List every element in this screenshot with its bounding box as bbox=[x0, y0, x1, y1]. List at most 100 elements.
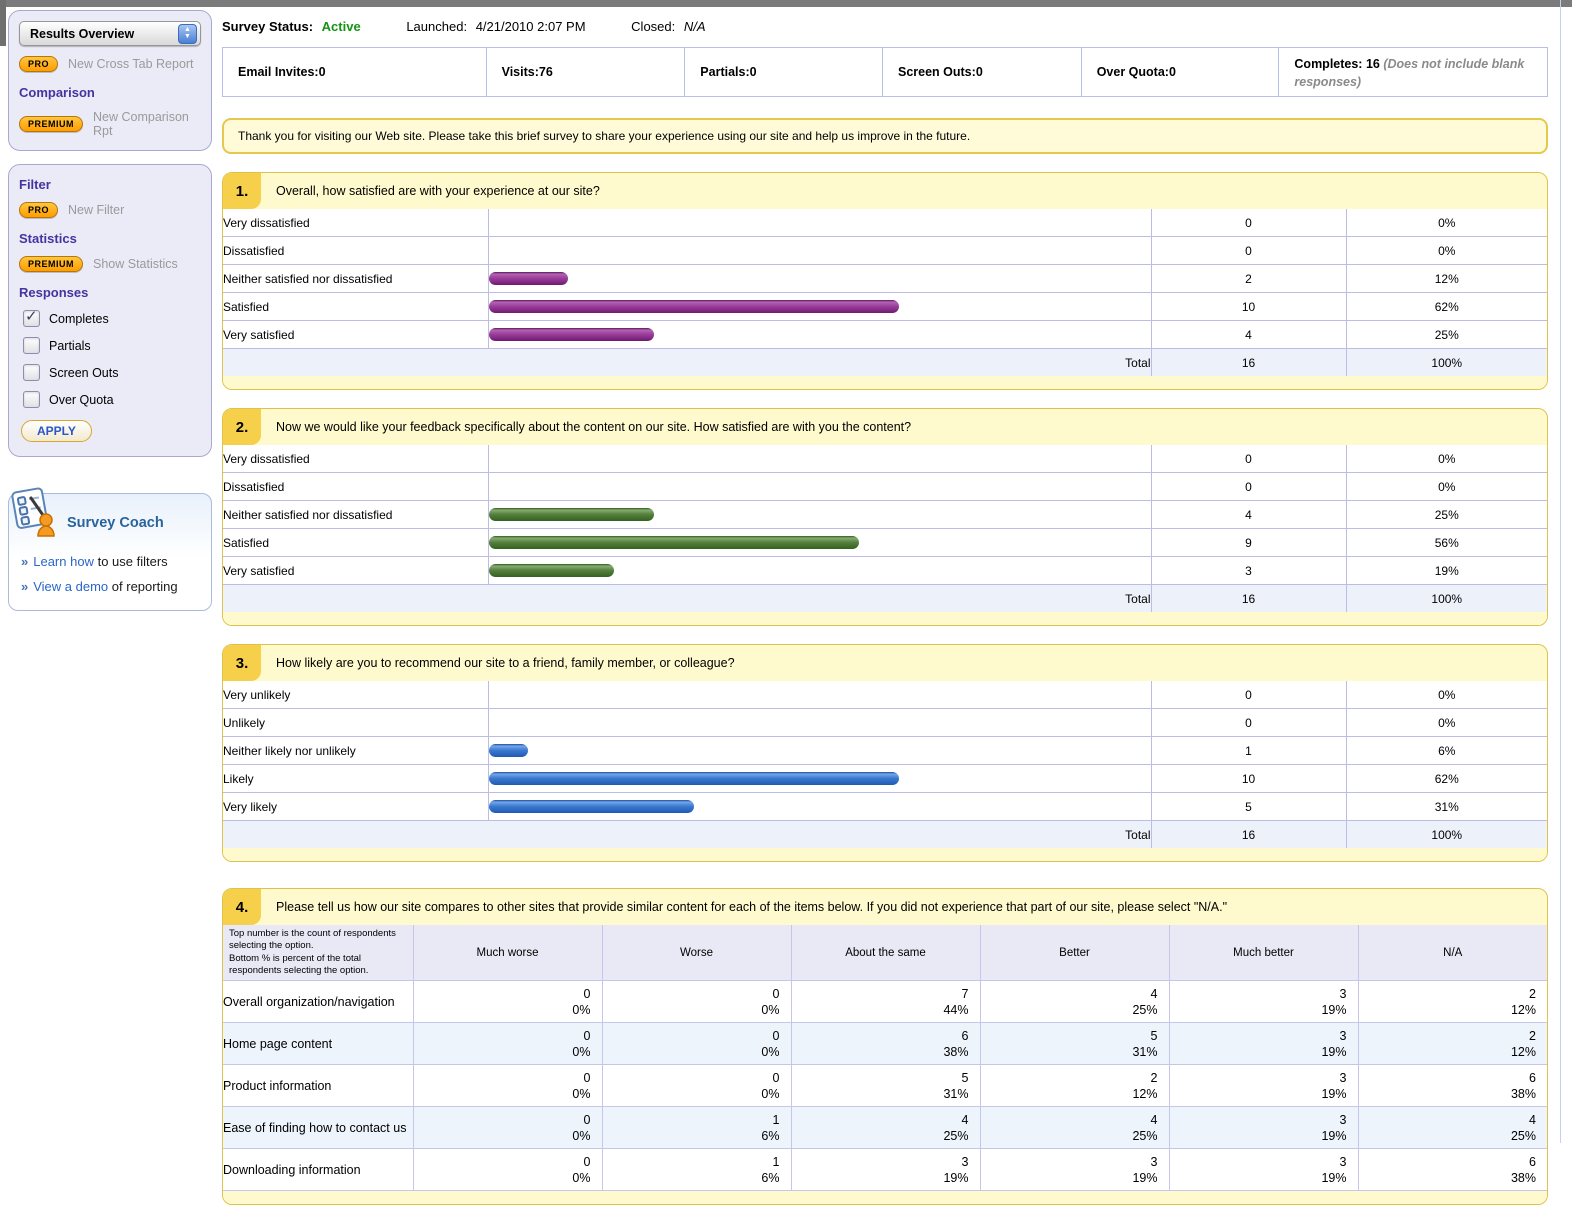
answer-count: 10 bbox=[1151, 293, 1346, 321]
answer-bar bbox=[489, 744, 529, 757]
answer-bar-cell bbox=[488, 681, 1151, 709]
answer-count: 0 bbox=[1151, 445, 1346, 473]
matrix-cell-count: 0 bbox=[414, 1112, 591, 1128]
matrix-cell-percent: 19% bbox=[1170, 1002, 1347, 1018]
matrix-cell-count: 0 bbox=[603, 1070, 780, 1086]
stat-label: Partials: bbox=[700, 65, 749, 79]
answer-row: Very likely531% bbox=[223, 793, 1547, 821]
survey-intro-box: Thank you for visiting our Web site. Ple… bbox=[222, 118, 1548, 154]
apply-button[interactable]: APPLY bbox=[21, 420, 92, 442]
answer-bar bbox=[489, 272, 568, 285]
survey-coach-title: Survey Coach bbox=[67, 515, 164, 531]
matrix-cell-percent: 19% bbox=[792, 1170, 969, 1186]
question-block-matrix: 4.Please tell us how our site compares t… bbox=[222, 888, 1548, 1205]
answer-bar bbox=[489, 800, 694, 813]
closed-value: N/A bbox=[684, 19, 706, 34]
total-count: 16 bbox=[1151, 349, 1346, 377]
answer-row: Very unlikely00% bbox=[223, 681, 1547, 709]
answer-count: 0 bbox=[1151, 709, 1346, 737]
total-label: Total bbox=[223, 821, 1151, 849]
matrix-cell-percent: 6% bbox=[603, 1128, 780, 1144]
pro-badge: PRO bbox=[19, 56, 58, 72]
matrix-cell-percent: 0% bbox=[603, 1086, 780, 1102]
response-checkbox-screen-outs[interactable]: Screen Outs bbox=[23, 364, 199, 381]
matrix-cell-count: 6 bbox=[1359, 1070, 1537, 1086]
stat-value: 0 bbox=[1169, 65, 1176, 79]
matrix-cell-count: 3 bbox=[1170, 1154, 1347, 1170]
questions-area: 1.Overall, how satisfied are with your e… bbox=[222, 172, 1548, 1205]
sidebar: Results Overview ▲▼ PRO New Cross Tab Re… bbox=[8, 10, 212, 611]
response-checkboxes: Completes Partials Screen Outs Over Quota bbox=[19, 310, 201, 408]
survey-status-value: Active bbox=[322, 19, 361, 34]
matrix-cell: 319% bbox=[1169, 1023, 1358, 1065]
stat-cell: Visits: 76 bbox=[486, 48, 685, 96]
new-comparison-link[interactable]: New Comparison Rpt bbox=[93, 110, 201, 138]
launched-value: 4/21/2010 2:07 PM bbox=[476, 19, 586, 34]
matrix-column-header: Much better bbox=[1169, 925, 1358, 981]
question-footer bbox=[223, 376, 1547, 389]
matrix-table: Top number is the count of respondents s… bbox=[223, 925, 1547, 1191]
total-count: 16 bbox=[1151, 585, 1346, 613]
answer-bar-cell bbox=[488, 737, 1151, 765]
report-type-value: Results Overview bbox=[30, 27, 134, 41]
matrix-cell-count: 4 bbox=[792, 1112, 969, 1128]
matrix-cell-count: 5 bbox=[981, 1028, 1158, 1044]
window-left-edge bbox=[0, 0, 6, 46]
answer-percent: 0% bbox=[1346, 473, 1547, 501]
matrix-cell-percent: 0% bbox=[603, 1002, 780, 1018]
coach-link-demo[interactable]: »View a demo of reporting bbox=[21, 579, 201, 594]
answer-percent: 62% bbox=[1346, 293, 1547, 321]
answer-label: Very satisfied bbox=[223, 557, 488, 585]
matrix-cell-count: 0 bbox=[414, 1070, 591, 1086]
show-statistics-link[interactable]: Show Statistics bbox=[93, 257, 178, 271]
matrix-cell-count: 7 bbox=[792, 986, 969, 1002]
answer-bar-cell bbox=[488, 321, 1151, 349]
checkbox-label: Over Quota bbox=[49, 393, 114, 407]
answer-row: Very dissatisfied00% bbox=[223, 209, 1547, 237]
stats-row: Email Invites: 0Visits: 76Partials: 0Scr… bbox=[222, 47, 1548, 97]
matrix-cell-count: 0 bbox=[603, 986, 780, 1002]
survey-coach-mascot-icon bbox=[5, 484, 61, 540]
answer-percent: 0% bbox=[1346, 445, 1547, 473]
new-cross-tab-link[interactable]: New Cross Tab Report bbox=[68, 57, 194, 71]
answer-bar-cell bbox=[488, 265, 1151, 293]
report-type-select[interactable]: Results Overview ▲▼ bbox=[19, 21, 201, 46]
question-header: 3.How likely are you to recommend our si… bbox=[223, 645, 1547, 681]
matrix-cell-count: 6 bbox=[1359, 1154, 1537, 1170]
question-footer bbox=[223, 612, 1547, 625]
stat-label: Email Invites: bbox=[238, 65, 319, 79]
coach-link-text[interactable]: Learn how bbox=[33, 554, 94, 569]
matrix-cell-percent: 19% bbox=[1170, 1170, 1347, 1186]
matrix-cell: 00% bbox=[602, 981, 791, 1023]
matrix-cell-count: 5 bbox=[792, 1070, 969, 1086]
matrix-cell-count: 1 bbox=[603, 1154, 780, 1170]
answer-row: Neither satisfied nor dissatisfied425% bbox=[223, 501, 1547, 529]
matrix-column-header: N/A bbox=[1358, 925, 1547, 981]
matrix-cell: 212% bbox=[980, 1065, 1169, 1107]
coach-link-filters[interactable]: »Learn how to use filters bbox=[21, 554, 201, 569]
comparison-heading: Comparison bbox=[19, 85, 201, 100]
answer-count: 3 bbox=[1151, 557, 1346, 585]
answer-count: 10 bbox=[1151, 765, 1346, 793]
answer-label: Very satisfied bbox=[223, 321, 488, 349]
answer-count: 1 bbox=[1151, 737, 1346, 765]
stat-value: 0 bbox=[976, 65, 983, 79]
question-number: 1. bbox=[223, 173, 261, 209]
window-top-edge bbox=[0, 0, 1572, 7]
answer-percent: 19% bbox=[1346, 557, 1547, 585]
answers-table: Very dissatisfied00%Dissatisfied00%Neith… bbox=[223, 445, 1547, 612]
checkbox-icon bbox=[23, 310, 40, 327]
answer-label: Satisfied bbox=[223, 293, 488, 321]
answer-percent: 25% bbox=[1346, 501, 1547, 529]
answer-percent: 62% bbox=[1346, 765, 1547, 793]
response-checkbox-partials[interactable]: Partials bbox=[23, 337, 199, 354]
checkbox-label: Completes bbox=[49, 312, 109, 326]
response-checkbox-completes[interactable]: Completes bbox=[23, 310, 199, 327]
response-checkbox-over-quota[interactable]: Over Quota bbox=[23, 391, 199, 408]
question-header: 2.Now we would like your feedback specif… bbox=[223, 409, 1547, 445]
coach-link-text[interactable]: View a demo bbox=[33, 579, 108, 594]
question-block: 3.How likely are you to recommend our si… bbox=[222, 644, 1548, 862]
answer-bar-cell bbox=[488, 209, 1151, 237]
matrix-cell-count: 0 bbox=[414, 1154, 591, 1170]
new-filter-link[interactable]: New Filter bbox=[68, 203, 124, 217]
